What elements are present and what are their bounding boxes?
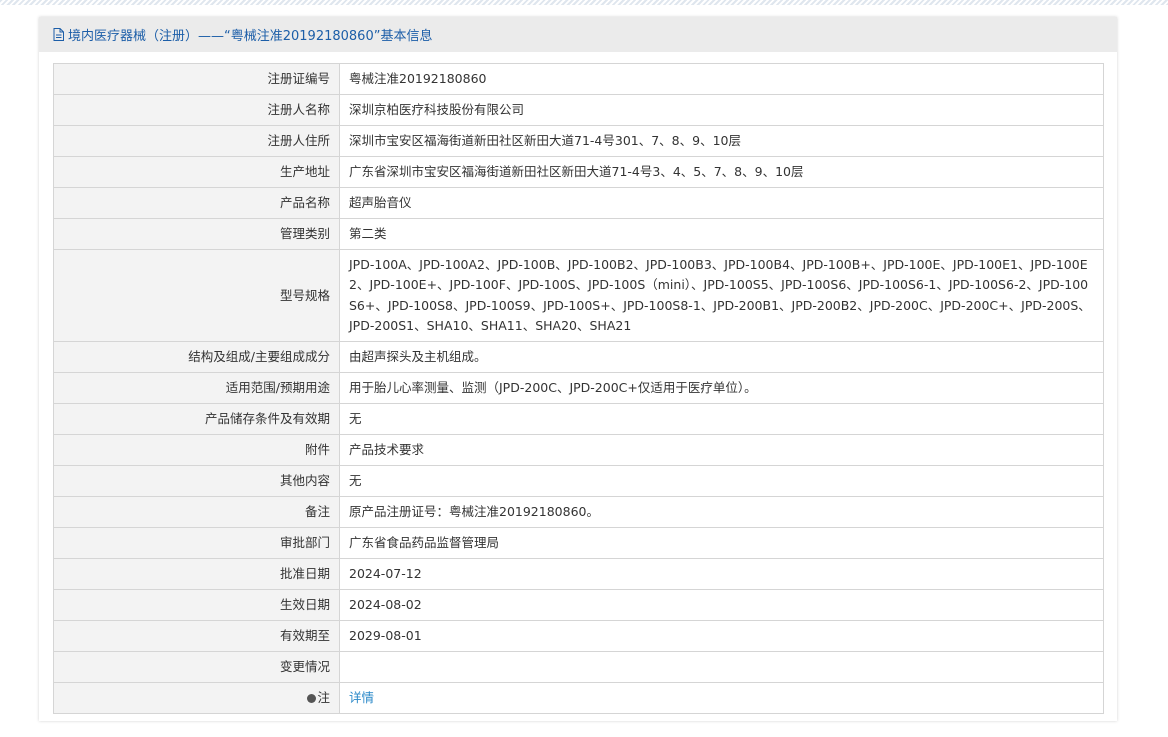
row-label: 适用范围/预期用途 [53, 372, 340, 404]
row-value: 超声胎音仪 [339, 187, 1104, 219]
row-label: 生产地址 [53, 156, 340, 188]
row-value: JPD-100A、JPD-100A2、JPD-100B、JPD-100B2、JP… [339, 249, 1104, 342]
row-label: 有效期至 [53, 620, 340, 652]
row-label: 注册人名称 [53, 94, 340, 126]
row-label: 注册人住所 [53, 125, 340, 157]
row-label: 产品储存条件及有效期 [53, 403, 340, 435]
row-label: 变更情况 [53, 651, 340, 683]
table-row: 注册证编号 粤械注准20192180860 [53, 63, 1104, 95]
info-panel: 境内医疗器械（注册）——“粤械注准20192180860”基本信息 注册证编号 … [39, 17, 1117, 721]
table-row: 批准日期 2024-07-12 [53, 558, 1104, 590]
panel-header: 境内医疗器械（注册）——“粤械注准20192180860”基本信息 [39, 17, 1117, 52]
table-row: 生效日期 2024-08-02 [53, 589, 1104, 621]
table-row: 变更情况 [53, 651, 1104, 683]
row-value [339, 651, 1104, 683]
row-value: 2024-07-12 [339, 558, 1104, 590]
table-row: 附件 产品技术要求 [53, 434, 1104, 466]
panel-title: 境内医疗器械（注册）——“粤械注准20192180860”基本信息 [68, 29, 433, 44]
row-value: 深圳市宝安区福海街道新田社区新田大道71-4号301、7、8、9、10层 [339, 125, 1104, 157]
table-row: 适用范围/预期用途 用于胎儿心率测量、监测（JPD-200C、JPD-200C+… [53, 372, 1104, 404]
table-row: 产品储存条件及有效期 无 [53, 403, 1104, 435]
row-label: 型号规格 [53, 249, 340, 342]
row-value: 广东省深圳市宝安区福海街道新田社区新田大道71-4号3、4、5、7、8、9、10… [339, 156, 1104, 188]
row-value: 原产品注册证号：粤械注准20192180860。 [339, 496, 1104, 528]
details-link[interactable]: 详情 [349, 690, 374, 705]
row-value: 用于胎儿心率测量、监测（JPD-200C、JPD-200C+仅适用于医疗单位）。 [339, 372, 1104, 404]
table-row: 其他内容 无 [53, 465, 1104, 497]
table-row: 备注 原产品注册证号：粤械注准20192180860。 [53, 496, 1104, 528]
document-icon [53, 27, 65, 42]
table-row: 注册人住所 深圳市宝安区福海街道新田社区新田大道71-4号301、7、8、9、1… [53, 125, 1104, 157]
row-label: 注册证编号 [53, 63, 340, 95]
row-label: 生效日期 [53, 589, 340, 621]
table-row: 产品名称 超声胎音仪 [53, 187, 1104, 219]
row-label: 批准日期 [53, 558, 340, 590]
table-row: 注 详情 [53, 682, 1104, 714]
table-row: 注册人名称 深圳京柏医疗科技股份有限公司 [53, 94, 1104, 126]
row-value: 2029-08-01 [339, 620, 1104, 652]
table-row: 审批部门 广东省食品药品监督管理局 [53, 527, 1104, 559]
table-row: 管理类别 第二类 [53, 218, 1104, 250]
row-value: 详情 [339, 682, 1104, 714]
row-label: 注 [317, 690, 330, 705]
row-label: 结构及组成/主要组成成分 [53, 341, 340, 373]
row-label: 附件 [53, 434, 340, 466]
table-row: 型号规格 JPD-100A、JPD-100A2、JPD-100B、JPD-100… [53, 249, 1104, 342]
table-row: 生产地址 广东省深圳市宝安区福海街道新田社区新田大道71-4号3、4、5、7、8… [53, 156, 1104, 188]
row-value: 深圳京柏医疗科技股份有限公司 [339, 94, 1104, 126]
row-label: 管理类别 [53, 218, 340, 250]
row-value: 产品技术要求 [339, 434, 1104, 466]
pin-icon [307, 694, 317, 703]
table-row: 有效期至 2029-08-01 [53, 620, 1104, 652]
row-value: 无 [339, 403, 1104, 435]
row-label: 产品名称 [53, 187, 340, 219]
row-value: 2024-08-02 [339, 589, 1104, 621]
row-value: 由超声探头及主机组成。 [339, 341, 1104, 373]
row-value: 广东省食品药品监督管理局 [339, 527, 1104, 559]
note-label-cell: 注 [53, 682, 340, 714]
table-row: 结构及组成/主要组成成分 由超声探头及主机组成。 [53, 341, 1104, 373]
row-label: 备注 [53, 496, 340, 528]
row-value: 粤械注准20192180860 [339, 63, 1104, 95]
row-label: 其他内容 [53, 465, 340, 497]
top-stripe [0, 0, 1168, 5]
row-label: 审批部门 [53, 527, 340, 559]
row-value: 第二类 [339, 218, 1104, 250]
info-table: 注册证编号 粤械注准20192180860 注册人名称 深圳京柏医疗科技股份有限… [53, 63, 1104, 714]
row-value: 无 [339, 465, 1104, 497]
